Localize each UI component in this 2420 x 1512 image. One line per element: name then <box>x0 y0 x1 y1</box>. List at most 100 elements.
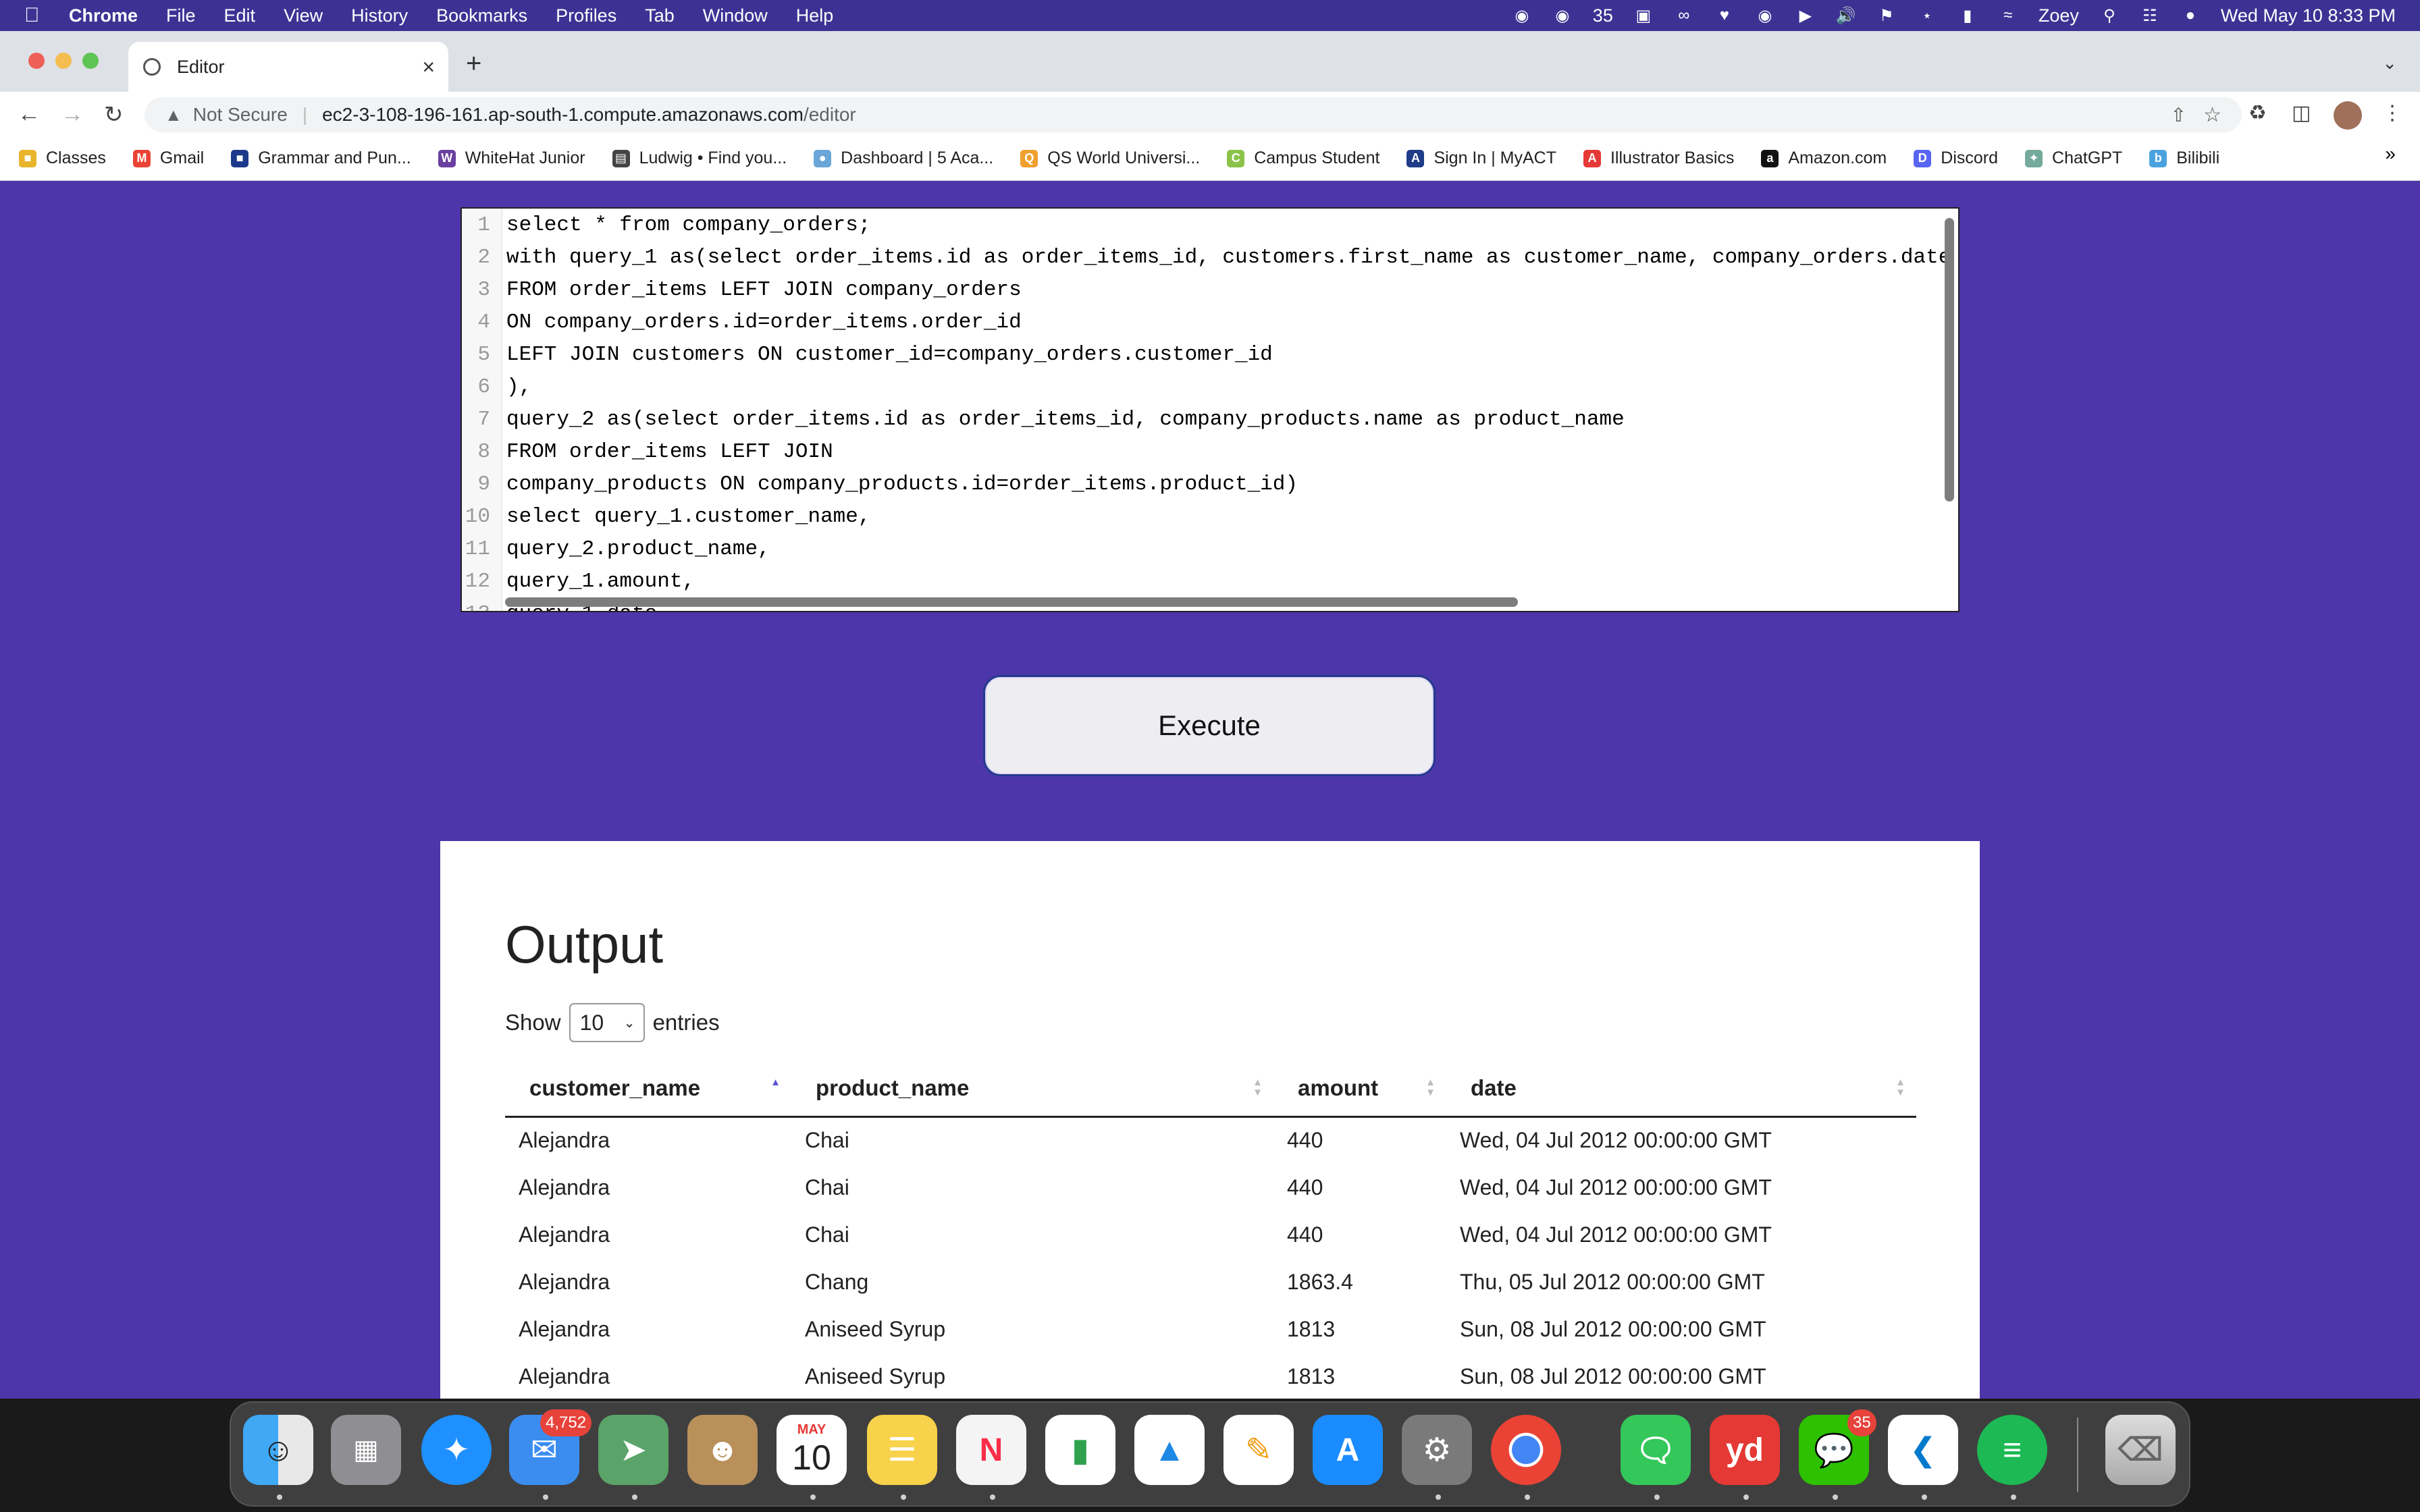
keynote-icon[interactable]: ▲ <box>1134 1415 1205 1485</box>
code-line[interactable]: 6), <box>462 371 1958 403</box>
calendar-icon[interactable]: MAY 10 <box>777 1415 847 1485</box>
maps-icon[interactable]: ➤ <box>598 1415 668 1485</box>
spotify-icon[interactable]: ≡ <box>1977 1415 2047 1485</box>
code-line[interactable]: 11 query_2.product_name, <box>462 533 1958 565</box>
messages-icon[interactable]: 🗨 <box>1621 1415 1691 1485</box>
editor-horizontal-scrollbar[interactable] <box>505 597 1518 607</box>
address-bar[interactable]: ▲ Not Secure | ec2-3-108-196-161.ap-sout… <box>144 97 2242 132</box>
menu-profiles[interactable]: Profiles <box>556 5 616 26</box>
code-line[interactable]: 8 FROM order_items LEFT JOIN <box>462 435 1958 468</box>
forward-arrow-icon[interactable]: → <box>61 101 84 128</box>
menu-tab[interactable]: Tab <box>645 5 675 26</box>
bookmark-item[interactable]: A Sign In | MyACT <box>1406 148 1556 168</box>
menu-edit[interactable]: Edit <box>224 5 256 26</box>
tab-search-chevron-icon[interactable]: ⌄ <box>2382 53 2397 74</box>
bluetooth-icon[interactable]: ⋆ <box>1917 5 1937 26</box>
side-panel-icon[interactable]: ◫ <box>2292 101 2311 125</box>
spotlight-search-icon[interactable]: ⚲ <box>2099 5 2120 26</box>
code-line[interactable]: 2 with query_1 as(select order_items.id a… <box>462 241 1958 273</box>
control-center-icon[interactable]: ☷ <box>2140 5 2160 26</box>
heart-icon[interactable]: ♥ <box>1714 5 1735 26</box>
menu-help[interactable]: Help <box>796 5 834 26</box>
numbers-icon[interactable]: ▮ <box>1045 1415 1115 1485</box>
app-store-icon[interactable]: A <box>1313 1415 1383 1485</box>
menu-app-name[interactable]: Chrome <box>69 5 138 26</box>
column-header-product-name[interactable]: product_name ▲ ▼ <box>791 1061 1273 1118</box>
code-line[interactable]: 3 FROM order_items LEFT JOIN company_orde… <box>462 273 1958 306</box>
code-line[interactable]: 1 select * from company_orders; <box>462 209 1958 241</box>
system-settings-gear-icon[interactable]: ⚙ <box>1402 1415 1472 1485</box>
column-header-date[interactable]: date ▲ ▼ <box>1446 1061 1916 1118</box>
safari-icon[interactable]: ✦ <box>421 1415 492 1485</box>
back-arrow-icon[interactable]: ← <box>18 101 41 128</box>
bookmark-item[interactable]: ■ Grammar and Pun... <box>231 148 411 168</box>
warning-triangle-icon[interactable]: ▲ <box>165 105 182 126</box>
code-line[interactable]: 12 query_1.amount, <box>462 565 1958 597</box>
window-zoom-button[interactable] <box>82 53 99 69</box>
bookmark-item[interactable]: A Illustrator Basics <box>1583 148 1734 168</box>
share-icon[interactable]: ⇧ <box>2171 104 2186 126</box>
creative-cloud-icon[interactable]: ∞ <box>1674 5 1694 26</box>
column-header-customer-name[interactable]: customer_name ▲ <box>505 1061 791 1118</box>
notes-icon[interactable]: ☰ <box>867 1415 937 1485</box>
bookmark-item[interactable]: ✦ ChatGPT <box>2025 148 2122 168</box>
menu-file[interactable]: File <box>166 5 196 26</box>
trash-icon[interactable]: ⌫ <box>2105 1415 2176 1485</box>
extensions-puzzle-icon[interactable]: ♻ <box>2248 101 2267 125</box>
tab-close-icon[interactable]: × <box>422 55 435 80</box>
bookmarks-overflow-icon[interactable]: » <box>2385 143 2396 165</box>
play-icon[interactable]: ▶ <box>1795 5 1816 26</box>
profile-avatar[interactable] <box>2334 101 2362 130</box>
tab-editor[interactable]: Editor × <box>128 42 448 92</box>
bookmark-star-icon[interactable]: ☆ <box>2203 103 2221 127</box>
youdao-icon[interactable]: ▣ <box>1633 5 1654 26</box>
menu-clock[interactable]: Wed May 10 8:33 PM <box>2221 5 2396 26</box>
menu-history[interactable]: History <box>351 5 408 26</box>
launchpad-icon[interactable]: ▦ <box>331 1415 401 1485</box>
editor-vertical-scrollbar[interactable] <box>1945 218 1954 502</box>
code-line[interactable]: 4 ON company_orders.id=order_items.order_… <box>462 306 1958 338</box>
pages-icon[interactable]: ✎ <box>1224 1415 1294 1485</box>
code-line[interactable]: 10 select query_1.customer_name, <box>462 500 1958 533</box>
news-icon[interactable]: N <box>956 1415 1026 1485</box>
bookmark-item[interactable]: ▤ Ludwig • Find you... <box>612 148 787 168</box>
sql-code-editor[interactable]: 1 select * from company_orders; 2 with quer… <box>461 207 1959 612</box>
bookmark-item[interactable]: W WhiteHat Junior <box>438 148 585 168</box>
code-line[interactable]: 7 query_2 as(select order_items.id as ord… <box>462 403 1958 435</box>
menu-user-name[interactable]: Zoey <box>2038 5 2079 26</box>
vscode-icon[interactable]: ❮ <box>1888 1415 1958 1485</box>
siri-icon[interactable]: ● <box>2180 5 2201 26</box>
reload-icon[interactable]: ↻ <box>104 101 124 128</box>
bookmark-item[interactable]: D Discord <box>1914 148 1998 168</box>
entries-per-page-select[interactable]: 10 ⌄ <box>569 1003 645 1042</box>
apple-menu-icon[interactable]:  <box>24 4 51 27</box>
code-line[interactable]: 9 company_products ON company_products.id… <box>462 468 1958 500</box>
grammarly-icon[interactable]: ◉ <box>1512 5 1532 26</box>
airdrop-icon[interactable]: ◉ <box>1755 5 1775 26</box>
window-minimize-button[interactable] <box>55 53 72 69</box>
menu-view[interactable]: View <box>284 5 323 26</box>
bookmark-item[interactable]: ● Dashboard | 5 Aca... <box>814 148 993 168</box>
wechat-status-icon[interactable]: ◉ <box>1552 5 1573 26</box>
input-source-flag-icon[interactable]: ⚑ <box>1876 5 1897 26</box>
wifi-icon[interactable]: ≈ <box>1998 5 2018 26</box>
bookmark-item[interactable]: a Amazon.com <box>1761 148 1887 168</box>
bookmark-item[interactable]: Q QS World Universi... <box>1020 148 1200 168</box>
chrome-icon[interactable] <box>1491 1415 1561 1485</box>
security-status[interactable]: Not Secure <box>193 104 288 126</box>
volume-icon[interactable]: 🔊 <box>1836 5 1856 26</box>
contacts-icon[interactable]: ☻ <box>687 1415 758 1485</box>
bookmark-item[interactable]: M Gmail <box>132 148 204 168</box>
bookmark-item[interactable]: C Campus Student <box>1227 148 1379 168</box>
menu-bookmarks[interactable]: Bookmarks <box>436 5 527 26</box>
new-tab-button[interactable]: + <box>466 49 481 79</box>
finder-icon[interactable]: ☺ <box>243 1415 313 1485</box>
execute-button[interactable]: Execute <box>983 675 1436 776</box>
battery-icon[interactable]: ▮ <box>1957 5 1978 26</box>
menu-window[interactable]: Window <box>703 5 768 26</box>
bookmark-item[interactable]: ■ Classes <box>19 148 106 168</box>
code-line[interactable]: 5 LEFT JOIN customers ON customer_id=comp… <box>462 338 1958 371</box>
bookmark-item[interactable]: b Bilibili <box>2149 148 2219 168</box>
column-header-amount[interactable]: amount ▲ ▼ <box>1273 1061 1446 1118</box>
youdao-dict-icon[interactable]: yd <box>1710 1415 1780 1485</box>
